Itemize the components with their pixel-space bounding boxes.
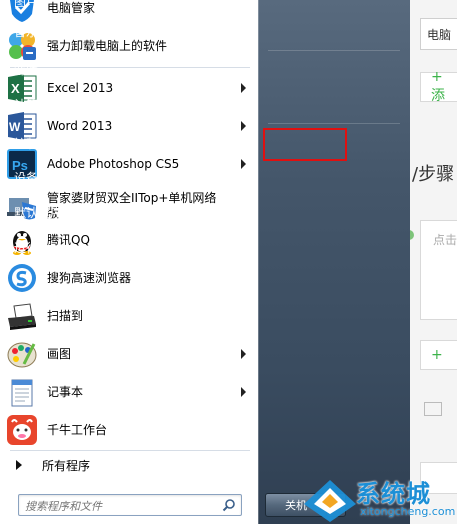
program-item-notepad[interactable]: 记事本 [6,374,254,410]
program-item-sogou-browser[interactable]: 搜狗高速浏览器 [6,260,254,296]
program-label: 搜狗高速浏览器 [47,270,132,285]
right-item-label: 默认程序 [14,205,63,220]
right-item-pictures[interactable]: 图片 [8,0,144,14]
background-add-button-2[interactable]: + [420,340,457,370]
right-item-games[interactable]: 游戏 [8,56,144,82]
program-label: 千牛工作台 [47,422,108,437]
notepad-icon [6,376,38,408]
search-input[interactable] [19,497,215,516]
program-item-scan[interactable]: 扫描到 [6,298,254,334]
separator [268,50,400,51]
watermark-url: xitongcheng.com [360,505,456,518]
background-step-title: /步骤 [412,164,455,185]
right-item-label: 游戏 [14,62,39,77]
control-panel-highlight [263,128,347,161]
right-item-devices-printers[interactable]: 设备和打印机 [8,164,144,190]
right-item-label: 音乐 [14,24,39,39]
right-item-control-panel[interactable]: 控制面板 [8,130,144,156]
watermark-title: 系统城 [356,480,431,508]
right-item-label: 计算机 [14,97,51,112]
submenu-arrow-icon [241,387,246,397]
qianniu-icon [6,414,38,446]
search-box[interactable] [18,494,242,516]
submenu-arrow-icon [241,121,246,131]
submenu-arrow-icon [241,159,246,169]
right-item-run[interactable]: 运行... [8,234,144,260]
program-item-qianniu[interactable]: 千牛工作台 [6,412,254,448]
program-label: 记事本 [47,384,84,399]
background-textarea[interactable]: 点击 [420,220,457,320]
separator [268,123,400,124]
program-label: 扫描到 [47,308,84,323]
background-add-button[interactable]: + 添 [420,69,457,104]
scanner-icon [6,300,38,332]
right-item-label: 图片 [14,0,39,9]
expand-arrow-icon [16,460,22,470]
background-image-icon [424,402,442,416]
all-programs-button[interactable]: 所有程序 [6,452,254,478]
right-item-computer[interactable]: 计算机 [8,91,144,117]
sogou-browser-icon [6,262,38,294]
search-icon[interactable] [222,498,236,512]
right-item-default-programs[interactable]: 默认程序 [8,199,144,225]
background-search-input[interactable]: 电脑 [420,18,457,50]
right-item-label: 运行... [14,240,50,255]
submenu-arrow-icon [241,349,246,359]
paint-icon [6,338,38,370]
start-menu-right-pane [258,0,410,524]
submenu-arrow-icon [241,83,246,93]
program-item-paint[interactable]: 画图 [6,336,254,372]
right-item-label: 控制面板 [14,136,63,151]
program-label: 画图 [47,346,72,361]
separator [10,450,250,451]
all-programs-label: 所有程序 [42,458,91,473]
right-item-music[interactable]: 音乐 [8,18,144,44]
right-item-label: 设备和打印机 [14,170,87,185]
